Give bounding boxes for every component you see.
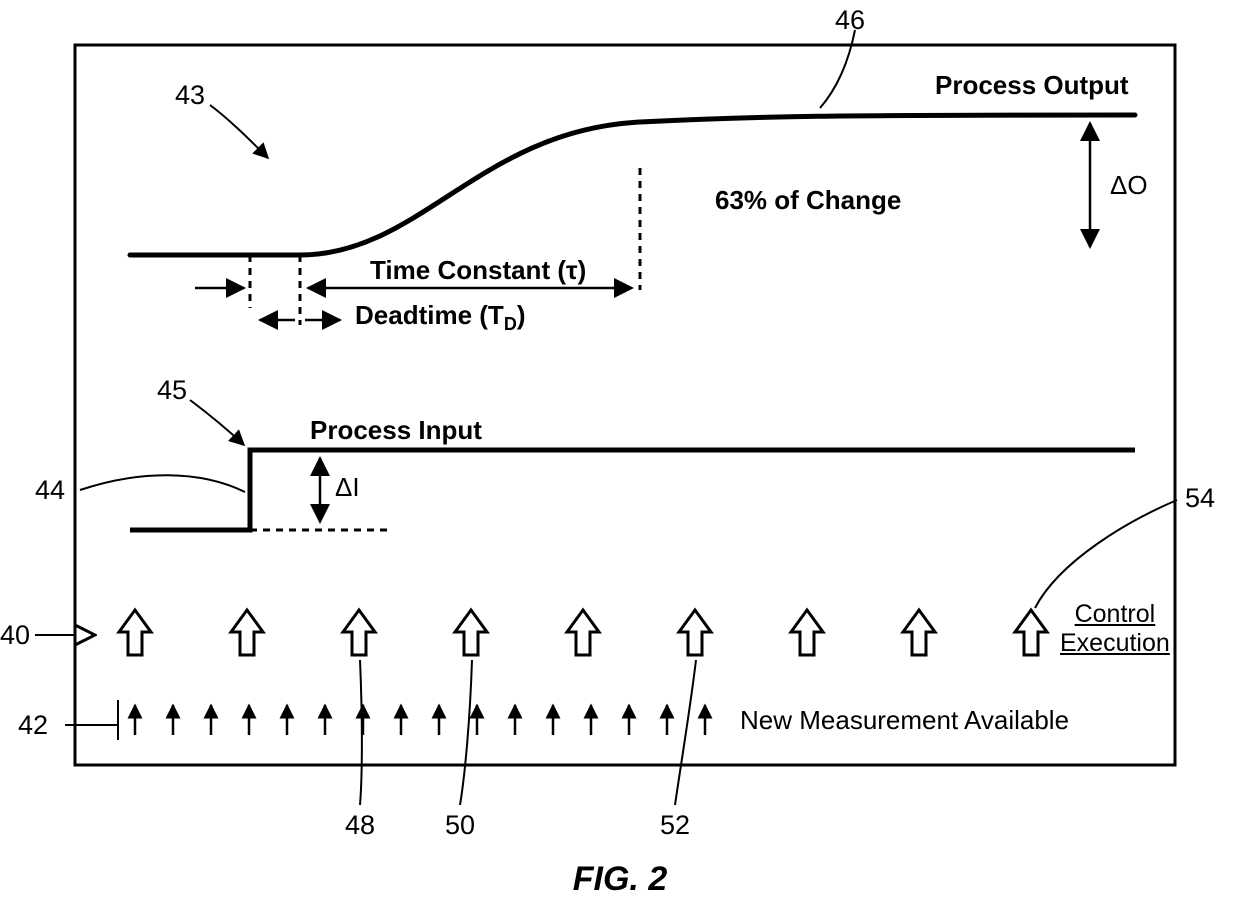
callout-leaders bbox=[35, 30, 1177, 805]
deadtime-prefix: Deadtime (T bbox=[355, 300, 504, 330]
deadtime-label: Deadtime (TD) bbox=[355, 300, 525, 335]
callout-42: 42 bbox=[18, 710, 48, 741]
callout-45: 45 bbox=[157, 375, 187, 406]
time-constant-label: Time Constant (τ) bbox=[370, 255, 586, 286]
control-execution-label: Control Execution bbox=[1060, 600, 1170, 658]
figure-stage: Process Output 63% of Change ΔO Time Con… bbox=[0, 0, 1240, 914]
deadtime-sub: D bbox=[504, 314, 517, 334]
pct-change-label: 63% of Change bbox=[715, 185, 901, 216]
callout-54: 54 bbox=[1185, 483, 1215, 514]
callout-40: 40 bbox=[0, 620, 30, 651]
deadtime-suffix: ) bbox=[517, 300, 526, 330]
diagram-border bbox=[75, 45, 1175, 765]
figure-caption: FIG. 2 bbox=[0, 860, 1240, 899]
new-measurement-arrows bbox=[135, 705, 705, 735]
callout-48: 48 bbox=[345, 810, 375, 841]
control-exec-l1: Control bbox=[1075, 600, 1156, 628]
process-output-curve bbox=[130, 115, 1135, 255]
delta-o-label: ΔO bbox=[1110, 170, 1148, 201]
callout-43: 43 bbox=[175, 80, 205, 111]
callout-44: 44 bbox=[35, 475, 65, 506]
process-output-label: Process Output bbox=[935, 70, 1129, 101]
control-exec-arrows bbox=[119, 610, 1047, 655]
new-measurement-label: New Measurement Available bbox=[740, 705, 1069, 736]
control-exec-l2: Execution bbox=[1060, 629, 1170, 657]
callout-50: 50 bbox=[445, 810, 475, 841]
callout-46: 46 bbox=[835, 5, 865, 36]
callout-52: 52 bbox=[660, 810, 690, 841]
figure-svg bbox=[0, 0, 1240, 914]
delta-i-label: ΔI bbox=[335, 472, 360, 503]
process-input-label: Process Input bbox=[310, 415, 482, 446]
process-input-step bbox=[130, 450, 1135, 530]
